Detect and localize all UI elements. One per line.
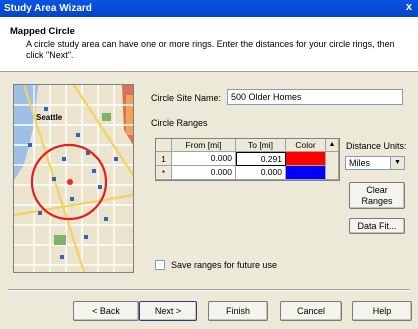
help-button[interactable]: Help [352,301,412,321]
save-ranges-checkbox[interactable] [155,260,165,270]
site-name-label: Circle Site Name: [151,93,222,103]
from-cell[interactable]: 0.000 [172,166,236,180]
next-button[interactable]: Next > [139,301,197,321]
distance-units-value: Miles [349,158,371,168]
ranges-grid[interactable]: From [mi] To [mi] Color ▲ 1 0.000 0.291 … [155,138,340,181]
row-marker: * [156,166,172,180]
back-button[interactable]: < Back [73,301,139,321]
circle-ranges-label: Circle Ranges [151,118,208,128]
map-city-label: Seattle [36,113,63,122]
grid-scrollbar[interactable] [326,152,339,180]
wizard-header: Mapped Circle A circle study area can ha… [0,17,418,72]
color-swatch-blue[interactable] [286,166,326,180]
clear-ranges-label-2: Ranges [361,196,393,206]
grid-corner [156,139,172,152]
to-cell[interactable]: 0.291 [236,152,286,166]
column-header-from[interactable]: From [mi] [172,139,236,152]
window-title: Study Area Wizard [4,3,92,14]
map-preview: Seattle [13,84,134,273]
clear-ranges-label-1: Clear [366,185,388,195]
finish-button[interactable]: Finish [208,301,268,321]
title-bar: Study Area Wizard x [0,0,418,17]
cancel-button[interactable]: Cancel [280,301,342,321]
color-swatch-red[interactable] [286,152,326,166]
row-marker: 1 [156,152,172,166]
site-name-value: 500 Older Homes [231,92,302,102]
divider [8,289,410,291]
save-ranges-label: Save ranges for future use [171,260,278,270]
column-header-to[interactable]: To [mi] [236,139,286,152]
map-icon: Seattle [14,85,133,272]
site-name-input[interactable]: 500 Older Homes [227,89,403,105]
to-cell[interactable]: 0.000 [236,166,286,180]
from-cell[interactable]: 0.000 [172,152,236,166]
page-title: Mapped Circle [10,26,75,37]
chevron-down-icon[interactable]: ▼ [390,157,404,169]
column-header-color[interactable]: Color [286,139,326,152]
distance-units-label: Distance Units: [346,141,407,151]
close-icon[interactable]: x [406,1,412,13]
scroll-up-icon[interactable]: ▲ [326,139,339,152]
page-description: A circle study area can have one or more… [26,39,395,60]
clear-ranges-button[interactable]: Clear Ranges [349,182,405,209]
data-fit-button[interactable]: Data Fit... [349,218,405,234]
distance-units-select[interactable]: Miles ▼ [345,156,405,170]
